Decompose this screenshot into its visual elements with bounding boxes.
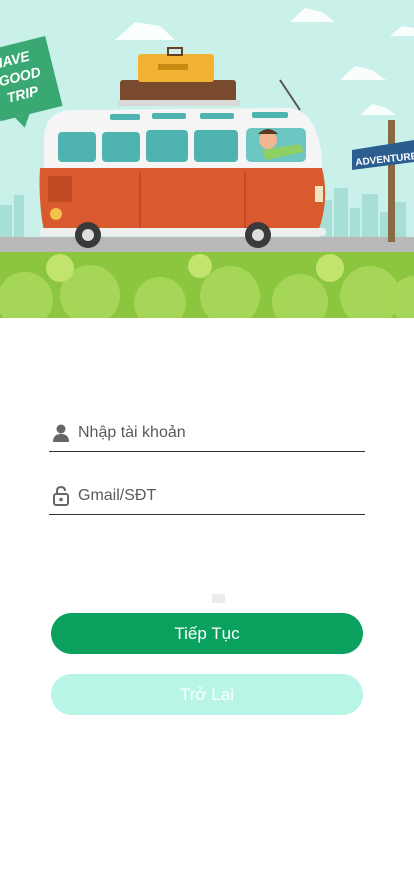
lock-open-icon — [52, 485, 70, 506]
contact-field[interactable]: Gmail/SĐT — [49, 478, 365, 515]
hero-illustration: HAVE GOOD TRIP ADVENTURE — [0, 0, 414, 318]
travel-bus-illustration: HAVE GOOD TRIP ADVENTURE — [0, 0, 414, 318]
person-icon — [52, 423, 70, 443]
loading-indicator — [212, 594, 225, 603]
username-placeholder: Nhập tài khoản — [78, 424, 186, 441]
username-field[interactable]: Nhập tài khoản — [49, 415, 365, 452]
contact-placeholder: Gmail/SĐT — [78, 487, 157, 504]
continue-button[interactable]: Tiếp Tục — [51, 613, 363, 654]
back-button[interactable]: Trở Lại — [51, 674, 363, 715]
